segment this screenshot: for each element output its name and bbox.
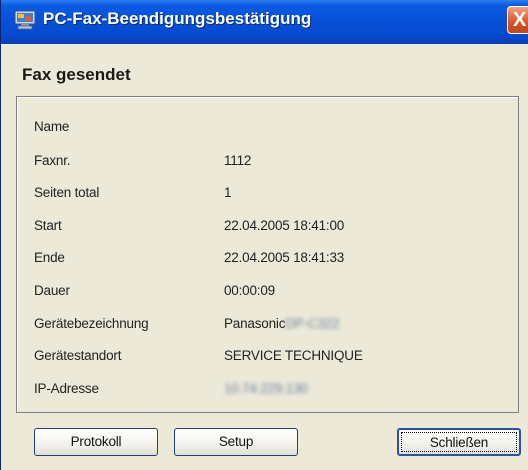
ip-address-obscured: 10.74.229.130 (224, 381, 308, 396)
detail-row-geraetestandort: Gerätestandort SERVICE TECHNIQUE (17, 348, 518, 370)
title-bar[interactable]: PC-Fax-Beendigungsbestätigung X (1, 0, 528, 44)
details-panel: Name Faxnr. 1112 Seiten total 1 Start 22… (16, 96, 519, 413)
detail-value: 1 (224, 185, 232, 200)
detail-row-ende: Ende 22.04.2005 18:41:33 (17, 250, 518, 272)
status-heading: Fax gesendet (22, 65, 131, 84)
detail-row-name: Name (17, 119, 518, 141)
close-icon: X (513, 9, 527, 31)
window-title: PC-Fax-Beendigungsbestätigung (43, 9, 312, 28)
protokoll-button[interactable]: Protokoll (34, 428, 158, 456)
detail-label: Gerätestandort (34, 348, 122, 363)
detail-value: 22.04.2005 18:41:33 (224, 250, 345, 265)
detail-row-start: Start 22.04.2005 18:41:00 (17, 218, 518, 240)
detail-row-faxnr: Faxnr. 1112 (17, 153, 518, 175)
detail-row-ip: IP-Adresse 10.74.229.130 (17, 381, 518, 403)
detail-value: 22.04.2005 18:41:00 (224, 218, 345, 233)
setup-button[interactable]: Setup (174, 428, 298, 456)
detail-label: Dauer (34, 283, 70, 298)
detail-value: PanasonicDP-C322 (224, 316, 340, 331)
schliessen-label: Schließen (429, 435, 489, 450)
device-model-obscured: DP-C322 (285, 316, 340, 331)
detail-row-seiten: Seiten total 1 (17, 185, 518, 207)
detail-label: Gerätebezeichnung (34, 316, 149, 331)
device-brand: Panasonic (224, 316, 286, 331)
detail-value: 00:00:09 (224, 283, 275, 298)
detail-row-geraetebezeichnung: Gerätebezeichnung PanasonicDP-C322 (17, 316, 518, 338)
detail-label: Start (34, 218, 62, 233)
detail-row-dauer: Dauer 00:00:09 (17, 283, 518, 305)
detail-value: 1112 (224, 153, 252, 168)
schliessen-button[interactable]: Schließen (397, 428, 521, 456)
detail-value: SERVICE TECHNIQUE (224, 348, 363, 363)
close-button[interactable]: X (507, 6, 528, 34)
detail-label: Seiten total (34, 185, 100, 200)
dialog-window: PC-Fax-Beendigungsbestätigung X Fax gese… (0, 0, 528, 470)
detail-label: Ende (34, 250, 65, 265)
detail-label: IP-Adresse (34, 381, 99, 396)
detail-label: Name (34, 119, 70, 134)
fax-monitor-icon (14, 10, 36, 30)
detail-label: Faxnr. (34, 153, 71, 168)
